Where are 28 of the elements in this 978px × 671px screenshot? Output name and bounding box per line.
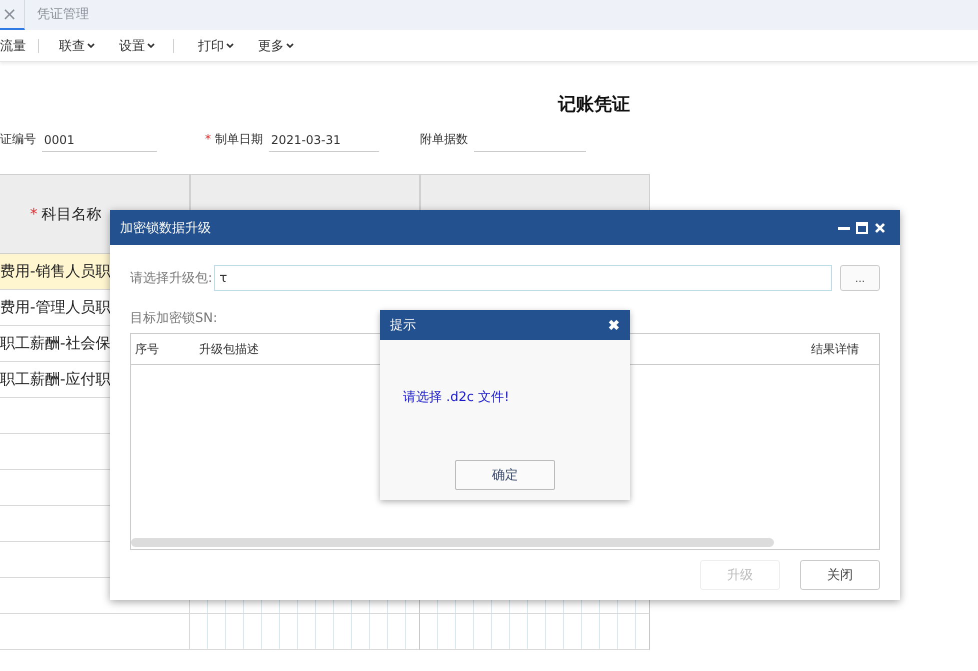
field-label: 附单据数 (420, 131, 468, 148)
dialog-button[interactable]: 关闭 (800, 560, 880, 590)
column-header: 结果详情 (811, 340, 860, 358)
caret-icon (226, 42, 234, 48)
browse-button[interactable]: ... (840, 265, 880, 291)
alert-message: 请选择 .d2c 文件! (403, 389, 510, 406)
alert-title: 提示 (390, 317, 416, 334)
field-label: 证编号 (0, 131, 36, 148)
caret-icon (286, 42, 294, 48)
caret-icon (87, 42, 95, 48)
close-icon[interactable] (874, 222, 886, 234)
caret-icon (147, 42, 155, 48)
column-header: 序号 (134, 340, 159, 358)
toolbar-menu[interactable]: 流量 (0, 36, 49, 54)
maximize-icon[interactable] (856, 222, 868, 234)
close-button[interactable]: ✖ (608, 317, 620, 333)
toolbar-menu[interactable]: 设置 (109, 36, 184, 54)
ok-button[interactable]: 确定 (455, 460, 555, 490)
voucher-title: 记账凭证 (558, 94, 630, 115)
column-header: 升级包描述 (198, 340, 259, 358)
input-field[interactable]: 2021-03-31 (269, 130, 379, 152)
scrollbar[interactable] (131, 538, 774, 547)
toolbar-menu[interactable]: 打印 (188, 36, 244, 54)
toolbar-menu[interactable]: 更多 (248, 36, 304, 54)
input-field[interactable]: τ (214, 265, 832, 291)
field-label: * 制单日期 (205, 131, 263, 148)
toolbar-menu[interactable]: 联查 (49, 36, 105, 54)
input-field[interactable]: 0001 (42, 130, 157, 152)
